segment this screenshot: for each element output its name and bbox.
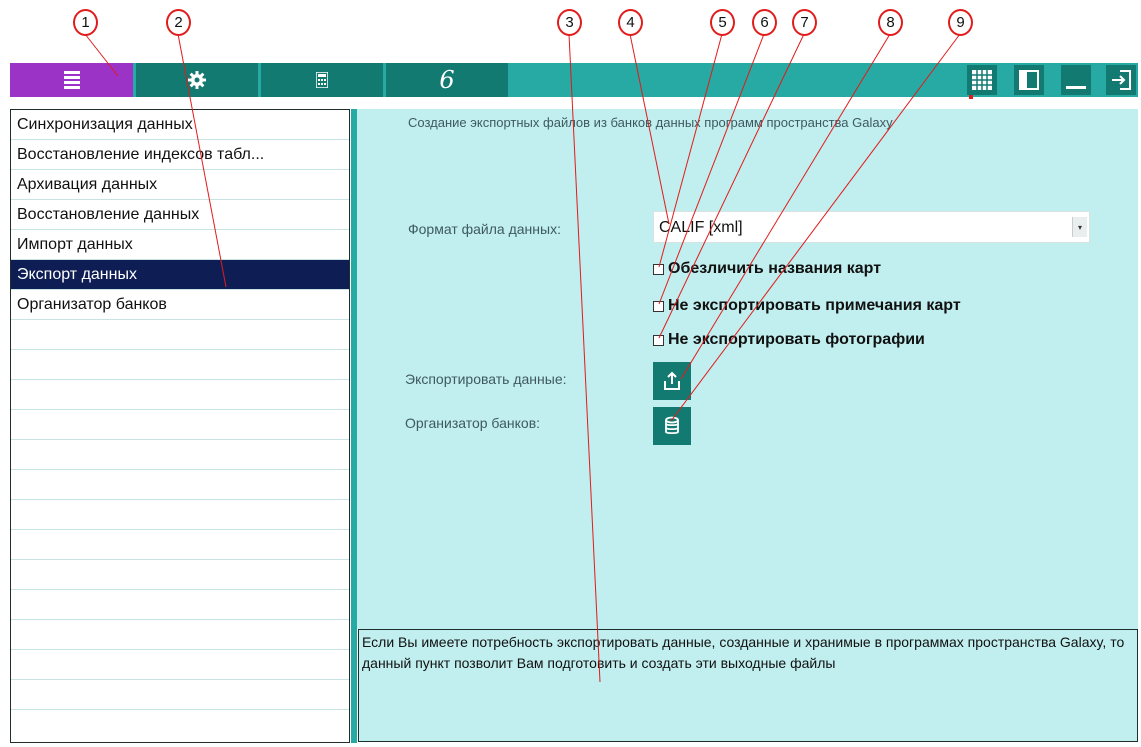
- marker-5: 5: [710, 9, 735, 36]
- marker-8: 8: [878, 9, 903, 36]
- marker-2: 2: [166, 9, 191, 36]
- callout-dot: [969, 95, 973, 99]
- marker-7: 7: [792, 9, 817, 36]
- marker-1: 1: [73, 9, 98, 36]
- marker-6: 6: [752, 9, 777, 36]
- marker-9: 9: [948, 9, 973, 36]
- callout-lines: [84, 33, 961, 683]
- marker-4: 4: [618, 9, 643, 36]
- marker-3: 3: [557, 9, 582, 36]
